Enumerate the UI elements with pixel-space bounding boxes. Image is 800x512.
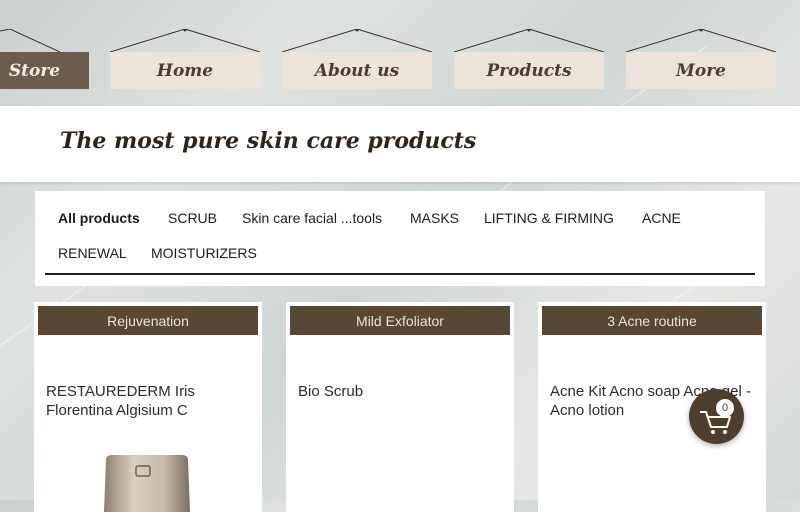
filter-lifting-firming[interactable]: LIFTING & FIRMING <box>484 210 614 226</box>
sign-string <box>282 29 432 52</box>
nav-item-home[interactable]: Home <box>110 52 260 89</box>
sign-string <box>626 29 776 52</box>
nav-item-label: About us <box>314 60 400 81</box>
nav-item-label: Home <box>156 60 214 81</box>
nav-item-label: More <box>676 60 726 81</box>
nav-item-more[interactable]: More <box>626 52 776 89</box>
product-tube-image <box>104 455 190 512</box>
filter-underline <box>45 273 755 275</box>
filter-scrub[interactable]: SCRUB <box>168 210 217 226</box>
product-ribbon: Mild Exfoliator <box>290 306 510 335</box>
page-title: The most pure skin care products <box>60 128 477 154</box>
product-card[interactable]: Rejuvenation RESTAUREDERM Iris Florentin… <box>34 302 262 512</box>
nav-item-products[interactable]: Products <box>454 52 604 89</box>
sign-string <box>110 29 260 52</box>
filter-moisturizers[interactable]: MOISTURIZERS <box>151 245 257 261</box>
cart-button[interactable]: 0 <box>689 389 744 444</box>
nav-item-label: Products <box>486 60 572 81</box>
nav-item-label: Store <box>8 60 61 81</box>
filter-masks[interactable]: MASKS <box>410 210 459 226</box>
nav-item-store[interactable]: Store <box>0 52 89 89</box>
product-ribbon: Rejuvenation <box>38 306 258 335</box>
main-navigation: Store Home About us Products More <box>0 0 800 100</box>
header-band: The most pure skin care products <box>0 106 800 182</box>
sign-string <box>454 29 604 52</box>
product-name[interactable]: Bio Scrub <box>298 382 508 401</box>
product-ribbon: 3 Acne routine <box>542 306 762 335</box>
cart-count-badge: 0 <box>716 399 734 417</box>
filter-acne[interactable]: ACNE <box>642 210 681 226</box>
filter-skin-care-facial-tools[interactable]: Skin care facial ...tools <box>242 210 382 226</box>
product-name[interactable]: RESTAUREDERM Iris Florentina Algisium C <box>46 382 256 420</box>
sign-string <box>0 29 60 52</box>
category-filter-bar: All products SCRUB Skin care facial ...t… <box>35 191 765 286</box>
filter-all-products[interactable]: All products <box>58 210 140 226</box>
nav-item-about-us[interactable]: About us <box>282 52 432 89</box>
filter-renewal[interactable]: RENEWAL <box>58 245 127 261</box>
product-card[interactable]: Mild Exfoliator Bio Scrub <box>286 302 514 512</box>
